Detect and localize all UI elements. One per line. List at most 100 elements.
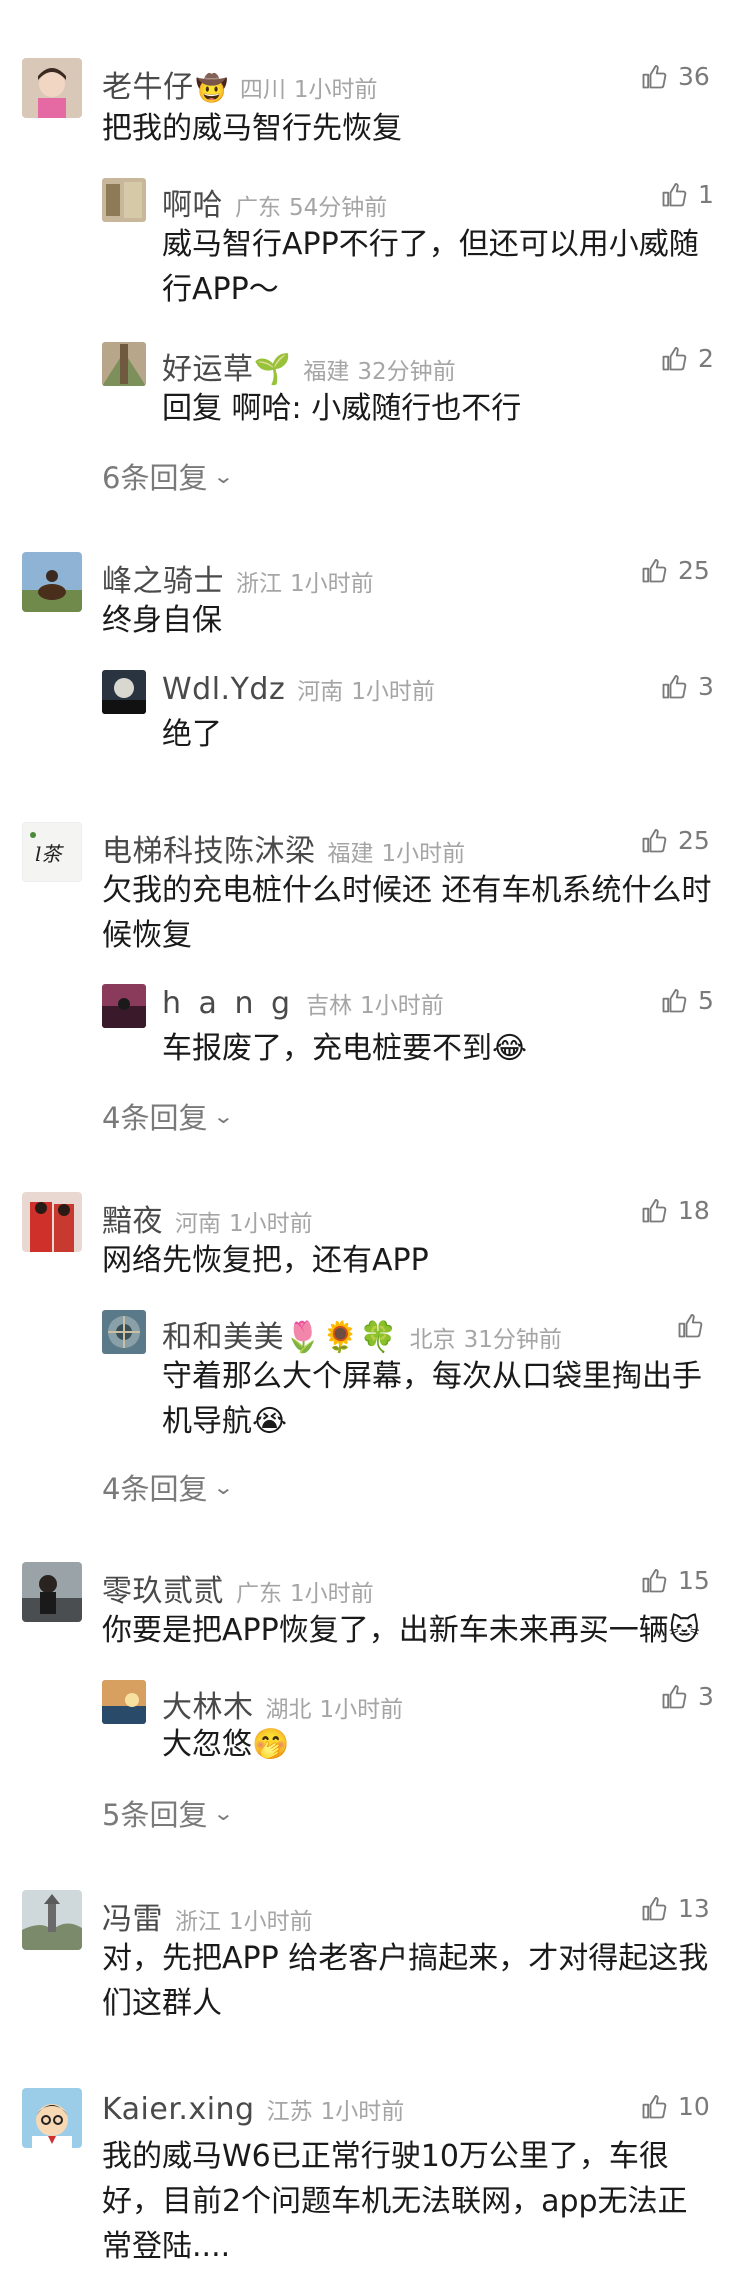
like-button[interactable]: 36 xyxy=(640,62,710,91)
reply-body: : 小威随行也不行 xyxy=(291,391,522,426)
show-replies-label: 4条回复 xyxy=(102,1101,208,1135)
timestamp: 31分钟前 xyxy=(463,1327,562,1353)
like-button[interactable]: 13 xyxy=(640,1894,710,1923)
thumb-up-icon xyxy=(642,1568,667,1592)
like-button[interactable]: 3 xyxy=(660,1682,714,1711)
user-name[interactable]: Wdl.Ydz xyxy=(162,672,285,707)
comment-text: 欠我的充电桩什么时候还 还有车机系统什么时候恢复 xyxy=(102,873,712,953)
timestamp: 1小时前 xyxy=(351,679,435,705)
user-name[interactable]: 冯雷 xyxy=(102,1894,163,1938)
timestamp: 1小时前 xyxy=(290,1581,374,1607)
thumb-up-icon xyxy=(642,1896,667,1920)
like-count: 5 xyxy=(698,986,714,1015)
avatar[interactable] xyxy=(102,178,146,222)
timestamp: 1小时前 xyxy=(360,993,444,1019)
location: 北京 xyxy=(409,1327,456,1353)
show-replies-button[interactable]: 4条回复 ⌄ xyxy=(102,1095,235,1137)
reply-text: 大忽悠🤭 xyxy=(162,1727,290,1762)
avatar[interactable] xyxy=(102,670,146,714)
like-count: 15 xyxy=(678,1566,710,1595)
comment-text: 我的威马W6已正常行驶10万公里了，车很好，目前2个问题车机无法联网，app无法… xyxy=(102,2139,688,2264)
show-replies-button[interactable]: 4条回复 ⌄ xyxy=(102,1466,235,1508)
user-name[interactable]: 好运草🌱 xyxy=(162,344,291,388)
thumb-up-icon xyxy=(662,182,687,206)
comment-text: 把我的威马智行先恢复 xyxy=(102,111,402,146)
comment-text: 对，先把APP 给老客户搞起来，才对得起这我们这群人 xyxy=(102,1941,709,2021)
avatar[interactable]: l茶 xyxy=(22,822,82,882)
location: 江苏 xyxy=(266,2099,313,2125)
user-name[interactable]: 啊哈 xyxy=(162,180,223,224)
timestamp: 1小时前 xyxy=(293,77,378,103)
user-name[interactable]: 老牛仔 xyxy=(102,62,194,106)
reply-text: 绝了 xyxy=(162,717,222,752)
avatar[interactable] xyxy=(22,1192,82,1252)
avatar[interactable] xyxy=(22,58,82,118)
user-name[interactable]: 峰之骑士 xyxy=(102,556,224,600)
timestamp: 1小时前 xyxy=(320,2099,405,2125)
user-name[interactable]: 黯夜 xyxy=(102,1196,163,1240)
user-name[interactable]: 和和美美🌷🌻🍀 xyxy=(162,1312,398,1356)
location: 广东 xyxy=(235,195,281,221)
like-button[interactable] xyxy=(676,1312,714,1340)
location: 福建 xyxy=(303,359,350,385)
show-replies-button[interactable]: 6条回复 ⌄ xyxy=(102,455,235,497)
thumb-up-icon xyxy=(642,64,667,88)
location: 福建 xyxy=(327,841,374,867)
comment-text: 终身自保 xyxy=(102,603,222,638)
mention[interactable]: 啊哈 xyxy=(232,391,292,426)
location: 湖北 xyxy=(265,1697,312,1723)
user-name[interactable]: Kaier.xing xyxy=(102,2092,255,2127)
like-count: 10 xyxy=(678,2092,710,2121)
like-count: 3 xyxy=(698,672,714,701)
thumb-up-icon xyxy=(678,1313,703,1338)
reply-prefix: 回复 xyxy=(162,391,232,426)
like-count: 1 xyxy=(698,180,714,209)
like-button[interactable]: 5 xyxy=(660,986,714,1015)
like-count: 3 xyxy=(698,1682,714,1711)
thumb-up-icon xyxy=(642,828,667,852)
timestamp: 54分钟前 xyxy=(289,195,388,221)
location: 浙江 xyxy=(236,571,282,597)
show-replies-label: 6条回复 xyxy=(102,461,208,495)
like-count: 2 xyxy=(698,344,714,373)
user-name[interactable]: h a n g xyxy=(162,986,294,1021)
like-count: 13 xyxy=(678,1894,710,1923)
reply-text: 车报废了，充电桩要不到😂 xyxy=(162,1031,528,1066)
like-button[interactable]: 2 xyxy=(660,344,714,373)
chevron-down-icon: ⌄ xyxy=(212,1801,235,1825)
avatar[interactable] xyxy=(22,552,82,612)
show-replies-label: 5条回复 xyxy=(102,1798,208,1832)
avatar[interactable] xyxy=(22,1890,82,1950)
avatar[interactable] xyxy=(102,1310,146,1354)
reply-text: 威马智行APP不行了，但还可以用小威随行APP～ xyxy=(162,227,699,307)
thumb-up-icon xyxy=(662,346,687,370)
timestamp: 32分钟前 xyxy=(357,359,456,385)
like-button[interactable]: 25 xyxy=(640,826,710,855)
location: 吉林 xyxy=(306,993,353,1019)
like-button[interactable]: 1 xyxy=(660,180,714,209)
thumb-up-icon xyxy=(642,1198,667,1222)
comment-text: 你要是把APP恢复了，出新车未来再买一辆🐱 xyxy=(102,1613,700,1648)
show-replies-label: 4条回复 xyxy=(102,1472,208,1506)
like-button[interactable]: 25 xyxy=(640,556,710,585)
avatar[interactable] xyxy=(22,1562,82,1622)
like-button[interactable]: 15 xyxy=(640,1566,710,1595)
avatar[interactable] xyxy=(102,1680,146,1724)
location: 广东 xyxy=(236,1581,282,1607)
show-replies-button[interactable]: 5条回复 ⌄ xyxy=(102,1792,235,1834)
thumb-up-icon xyxy=(662,988,687,1012)
timestamp: 1小时前 xyxy=(290,571,374,597)
timestamp: 1小时前 xyxy=(319,1697,404,1723)
like-button[interactable]: 18 xyxy=(640,1196,710,1225)
avatar[interactable] xyxy=(102,984,146,1028)
avatar[interactable] xyxy=(102,342,146,386)
user-name[interactable]: 零玖贰贰 xyxy=(102,1566,224,1610)
user-name[interactable]: 大林木 xyxy=(162,1682,254,1726)
user-name[interactable]: 电梯科技陈沐梁 xyxy=(102,826,316,870)
like-button[interactable]: 3 xyxy=(660,672,714,701)
chevron-down-icon: ⌄ xyxy=(212,1104,235,1128)
svg-text:l茶: l茶 xyxy=(35,842,64,866)
like-button[interactable]: 10 xyxy=(640,2092,710,2121)
avatar[interactable] xyxy=(22,2088,82,2148)
location: 河南 xyxy=(175,1211,221,1237)
